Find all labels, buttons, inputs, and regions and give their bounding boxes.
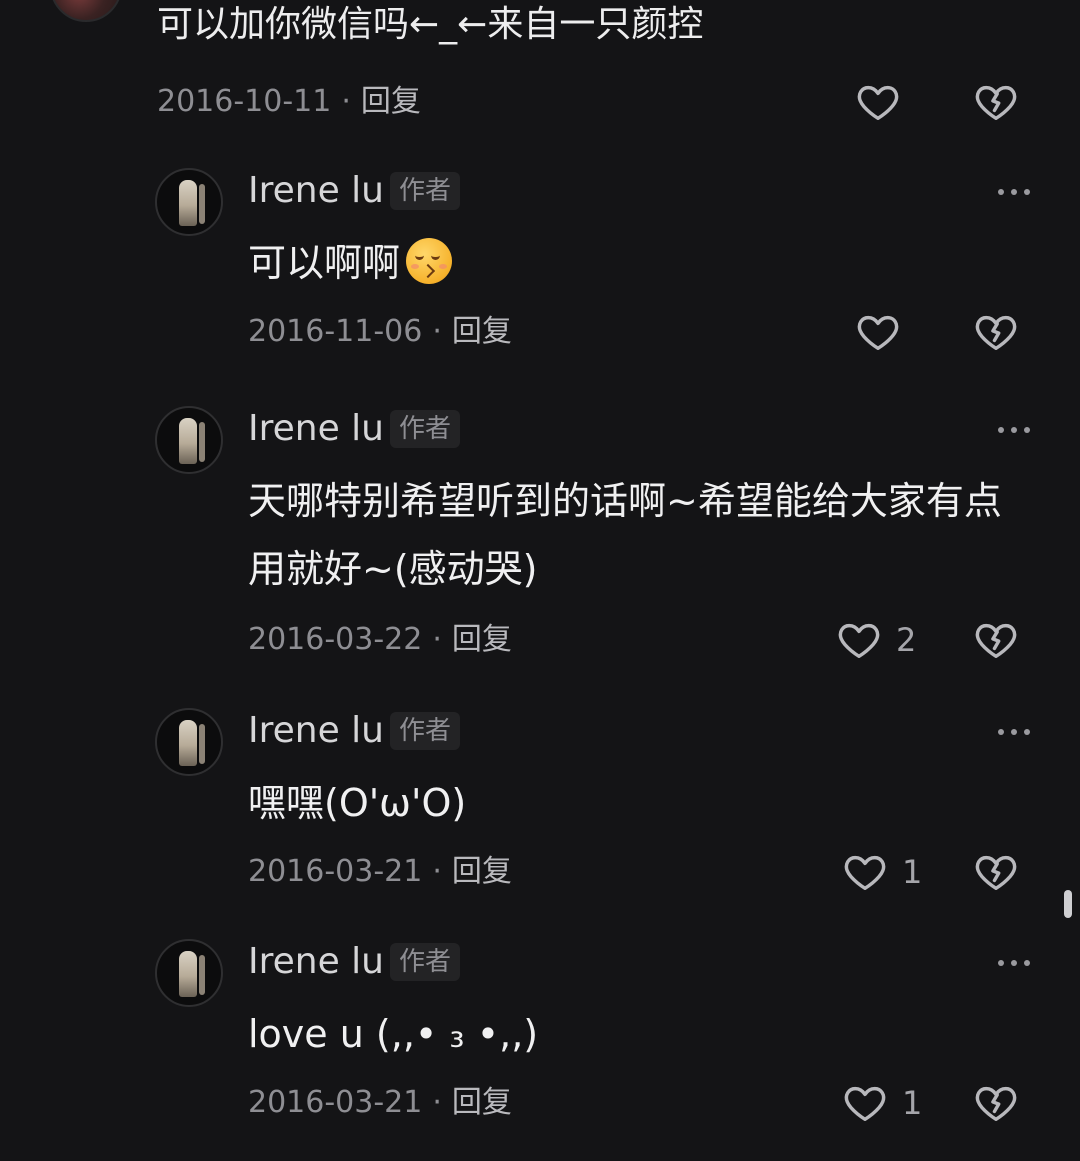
avatar[interactable] [155, 708, 223, 776]
avatar[interactable] [155, 406, 223, 474]
separator-dot: · [432, 314, 442, 349]
heart-outline-icon[interactable] [836, 617, 882, 663]
commenter-avatar[interactable] [50, 0, 122, 22]
reply-button[interactable]: 回复 [361, 84, 421, 119]
scrollbar[interactable] [1064, 890, 1072, 918]
separator-dot: · [432, 854, 442, 889]
broken-heart-icon[interactable] [973, 617, 1019, 663]
more-dots-icon[interactable] [998, 420, 1034, 440]
reply-button[interactable]: 回复 [452, 1085, 512, 1120]
comment-meta: 2016-03-21 · 回复 [248, 1085, 512, 1121]
broken-heart-icon[interactable] [973, 79, 1019, 125]
reply-button[interactable]: 回复 [452, 622, 512, 657]
comment-text: 可以啊啊 [248, 229, 1048, 297]
avatar[interactable] [155, 939, 223, 1007]
broken-heart-icon[interactable] [973, 1080, 1019, 1126]
username[interactable]: Irene lu [248, 940, 384, 984]
author-badge: 作者 [390, 712, 461, 750]
like-count: 1 [902, 853, 923, 891]
author-badge: 作者 [390, 172, 461, 210]
username[interactable]: Irene lu [248, 407, 384, 451]
more-dots-icon[interactable] [998, 182, 1034, 202]
comment-meta: 2016-03-22 · 回复 [248, 622, 512, 658]
separator-dot: · [341, 84, 351, 119]
heart-outline-icon[interactable] [842, 849, 888, 895]
more-dots-icon[interactable] [998, 722, 1034, 742]
comment-text-line: 天哪特别希望听到的话啊~希望能给大家有点 [248, 479, 1002, 523]
comment-date: 2016-10-11 [157, 84, 332, 119]
comment-meta: 2016-10-11 · 回复 [157, 84, 421, 120]
like-count: 2 [896, 621, 917, 659]
separator-dot: · [432, 622, 442, 657]
broken-heart-icon[interactable] [973, 309, 1019, 355]
comment-date: 2016-03-22 [248, 622, 423, 657]
more-dots-icon[interactable] [998, 953, 1034, 973]
author-badge: 作者 [390, 943, 461, 981]
username[interactable]: Irene lu [248, 169, 384, 213]
comment-text: 嘿嘿(O'ω'O) [248, 781, 467, 825]
reply-button[interactable]: 回复 [452, 314, 512, 349]
comment-meta: 2016-11-06 · 回复 [248, 314, 512, 350]
comment-date: 2016-11-06 [248, 314, 423, 349]
avatar[interactable] [155, 168, 223, 236]
reply-button[interactable]: 回复 [452, 854, 512, 889]
heart-outline-icon[interactable] [855, 309, 901, 355]
comment-text: 天哪特别希望听到的话啊~希望能给大家有点 用就好~(感动哭) [248, 467, 1048, 603]
like-count: 1 [902, 1084, 923, 1122]
comment-thread: 可以加你微信吗←_←来自一只颜控 2016-10-11 · 回复 Irene lu … [0, 0, 1080, 1161]
comment-text-line: 用就好~(感动哭) [248, 547, 538, 591]
heart-outline-icon[interactable] [855, 79, 901, 125]
comment-text: 可以加你微信吗←_←来自一只颜控 [157, 4, 704, 45]
comment-text-body: 可以啊啊 [248, 241, 401, 285]
username[interactable]: Irene lu [248, 709, 384, 753]
comment-text: love u (,,• ₃ •,,) [248, 1012, 539, 1056]
kissing-face-emoji-icon [406, 238, 453, 284]
separator-dot: · [432, 1085, 442, 1120]
broken-heart-icon[interactable] [973, 849, 1019, 895]
comment-date: 2016-03-21 [248, 1085, 423, 1120]
comment-date: 2016-03-21 [248, 854, 423, 889]
comment-meta: 2016-03-21 · 回复 [248, 854, 512, 890]
author-badge: 作者 [390, 410, 461, 448]
heart-outline-icon[interactable] [842, 1080, 888, 1126]
